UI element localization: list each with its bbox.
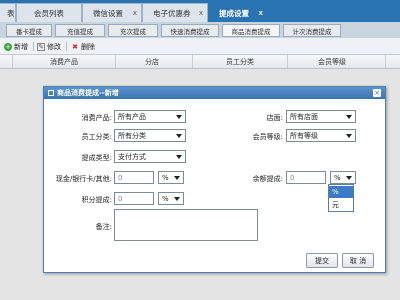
edit-label: 修改 bbox=[47, 42, 61, 51]
edit-button[interactable]: ✎ 修改 bbox=[37, 41, 61, 52]
delete-label: 删除 bbox=[81, 42, 95, 51]
close-icon[interactable]: x bbox=[133, 9, 137, 17]
cancel-button[interactable]: 取 消 bbox=[342, 253, 374, 268]
commission-type-select[interactable]: 支付方式 bbox=[114, 150, 186, 163]
chevron-down-icon bbox=[176, 115, 182, 119]
note-textarea[interactable] bbox=[114, 209, 258, 241]
close-icon[interactable]: x bbox=[199, 9, 203, 17]
unit-dropdown-list: % 元 bbox=[328, 184, 354, 212]
points-unit-value: % bbox=[162, 194, 169, 203]
toolbar-divider bbox=[33, 42, 34, 51]
dialog-title: 商品消费提成--新增 bbox=[57, 89, 119, 97]
grid-col-divider bbox=[385, 55, 386, 68]
staff-category-select[interactable]: 所有分类 bbox=[114, 129, 186, 142]
sub-tab-bar: 番卡提成 充值提成 充次提成 快速消费提成 商品消费提成 计次消费提成 bbox=[0, 22, 400, 39]
balance-unit-value: % bbox=[334, 173, 341, 182]
balance-commission-input[interactable]: 0 bbox=[286, 171, 326, 184]
balance-unit-select[interactable]: % bbox=[330, 171, 356, 184]
add-label: 新增 bbox=[14, 42, 28, 51]
member-level-select[interactable]: 所有等级 bbox=[286, 129, 356, 142]
staff-category-label: 员工分类: bbox=[81, 133, 112, 141]
top-tab-bar: 表 会员列表 微信设置 x 电子优惠券 x 提成设置 x bbox=[0, 0, 400, 22]
tab-label: 会员列表 bbox=[34, 8, 64, 18]
staff-category-value: 所有分类 bbox=[118, 131, 146, 140]
delete-icon: ✖ bbox=[72, 42, 78, 51]
col-member-level[interactable]: 会员等级 bbox=[318, 57, 346, 67]
product-select[interactable]: 所有产品 bbox=[114, 110, 186, 123]
tab-commission-settings[interactable]: 提成设置 x bbox=[208, 3, 268, 22]
col-product[interactable]: 消费产品 bbox=[50, 57, 78, 67]
add-icon: + bbox=[4, 42, 12, 51]
cash-commission-input[interactable]: 0 bbox=[114, 171, 154, 184]
note-label: 备注: bbox=[95, 223, 112, 231]
tab-label: 提成设置 bbox=[219, 8, 249, 18]
grid-col-divider bbox=[12, 55, 13, 68]
toolbar-divider bbox=[66, 42, 67, 51]
dropdown-option-yuan[interactable]: 元 bbox=[329, 199, 353, 211]
toolbar: + 新增 ✎ 修改 ✖ 删除 bbox=[0, 38, 400, 55]
balance-commission-label: 余额提成: bbox=[252, 175, 283, 183]
tab-wechat-settings[interactable]: 微信设置 x bbox=[82, 3, 142, 22]
col-store[interactable]: 分店 bbox=[145, 57, 159, 67]
tab-member-list[interactable]: 会员列表 bbox=[16, 3, 82, 22]
member-level-value: 所有等级 bbox=[290, 131, 318, 140]
chevron-down-icon bbox=[346, 176, 352, 180]
subtab-recharge-count[interactable]: 充次提成 bbox=[108, 24, 158, 37]
points-commission-label: 积分提成: bbox=[81, 196, 112, 204]
member-level-label: 会员等级: bbox=[252, 133, 283, 141]
tab-label: 微信设置 bbox=[93, 8, 123, 18]
store-label: 店面: bbox=[266, 114, 283, 122]
subtab-count-consume[interactable]: 计次消费提成 bbox=[283, 24, 341, 37]
store-select[interactable]: 所有店面 bbox=[286, 110, 356, 123]
close-icon[interactable]: x bbox=[258, 9, 263, 17]
commission-type-label: 提成类型: bbox=[81, 154, 112, 162]
dropdown-option-percent[interactable]: % bbox=[329, 186, 353, 198]
chevron-down-icon bbox=[176, 155, 182, 159]
points-commission-input[interactable]: 0 bbox=[114, 192, 154, 205]
chevron-down-icon bbox=[346, 115, 352, 119]
cash-unit-value: % bbox=[162, 173, 169, 182]
edit-icon: ✎ bbox=[37, 42, 45, 51]
product-value: 所有产品 bbox=[118, 112, 146, 121]
product-label: 消费产品: bbox=[81, 114, 112, 122]
add-commission-dialog: 商品消费提成--新增 × 消费产品: 所有产品 店面: 所有店面 员工分类: 所… bbox=[43, 86, 386, 273]
subtab-card[interactable]: 番卡提成 bbox=[6, 24, 52, 37]
submit-button[interactable]: 提交 bbox=[306, 253, 338, 268]
tab-label: 电子优惠券 bbox=[153, 8, 191, 18]
col-staff-category[interactable]: 员工分类 bbox=[226, 57, 254, 67]
add-button[interactable]: + 新增 bbox=[4, 41, 28, 52]
chevron-down-icon bbox=[176, 134, 182, 138]
chevron-down-icon bbox=[174, 197, 180, 201]
chevron-down-icon bbox=[174, 176, 180, 180]
commission-type-value: 支付方式 bbox=[118, 152, 146, 161]
cash-unit-select[interactable]: % bbox=[158, 171, 184, 184]
delete-button[interactable]: ✖ 删除 bbox=[71, 41, 95, 52]
points-unit-select[interactable]: % bbox=[158, 192, 184, 205]
window-icon bbox=[48, 90, 54, 96]
grid-col-divider bbox=[115, 55, 116, 68]
store-value: 所有店面 bbox=[290, 112, 318, 121]
tab-coupons[interactable]: 电子优惠券 x bbox=[142, 3, 208, 22]
tab-list-partial[interactable]: 表 bbox=[0, 3, 16, 22]
subtab-quick-consume[interactable]: 快速消费提成 bbox=[161, 24, 219, 37]
grid-header: 消费产品 分店 员工分类 会员等级 bbox=[0, 55, 400, 69]
dialog-title-bar[interactable]: 商品消费提成--新增 bbox=[44, 87, 385, 99]
close-icon[interactable]: × bbox=[373, 89, 381, 97]
chevron-down-icon bbox=[346, 134, 352, 138]
grid-col-divider bbox=[192, 55, 193, 68]
subtab-product-consume[interactable]: 商品消费提成 bbox=[222, 24, 280, 37]
cash-commission-label: 现金/银行卡/其他: bbox=[55, 175, 112, 183]
subtab-recharge[interactable]: 充值提成 bbox=[55, 24, 105, 37]
grid-col-divider bbox=[287, 55, 288, 68]
tab-label: 表 bbox=[7, 8, 15, 18]
